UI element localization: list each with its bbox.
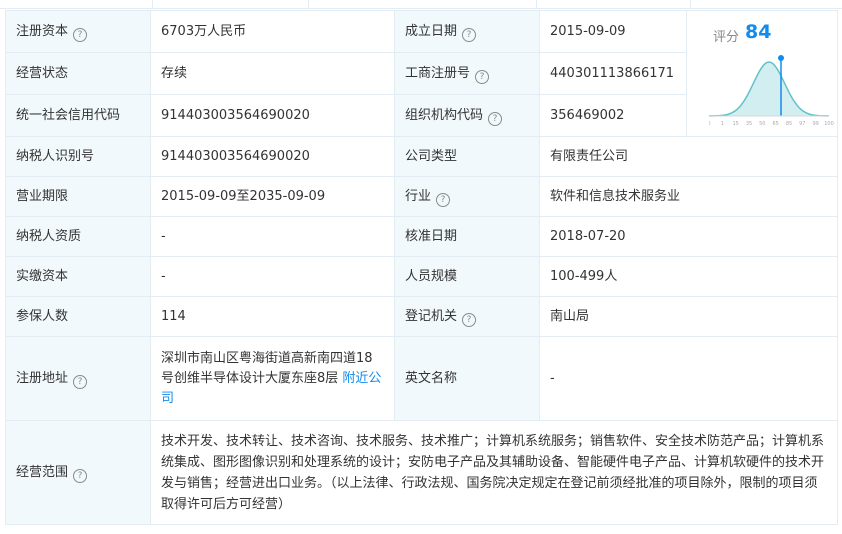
company-info-panel: 注册资本? 6703万人民币 成立日期? 2015-09-09 评分 84 0 1… — [0, 0, 842, 534]
company-info-table: 注册资本? 6703万人民币 成立日期? 2015-09-09 评分 84 0 1… — [5, 10, 838, 525]
business-term-value: 2015-09-09至2035-09-09 — [150, 176, 395, 217]
table-row: 纳税人识别号 914403003564690020 公司类型 有限责任公司 — [5, 136, 838, 177]
established-date-label: 成立日期? — [394, 10, 540, 53]
axis-tick-label: 99 — [813, 121, 819, 127]
business-term-label: 营业期限 — [5, 176, 151, 217]
help-icon[interactable]: ? — [475, 69, 490, 84]
table-row: 实缴资本 - 人员规模 100-499人 — [5, 256, 838, 297]
english-name-label: 英文名称 — [394, 336, 540, 421]
table-row: 注册地址? 深圳市南山区粤海街道高新南四道18号创维半导体设计大厦东座8层 附近… — [5, 336, 838, 421]
registration-number-value: 440301113866171 — [539, 52, 687, 95]
axis-tick-label: 50 — [759, 121, 765, 127]
org-code-label: 组织机构代码? — [394, 94, 540, 137]
axis-tick-label: 15 — [733, 121, 739, 127]
approval-date-value: 2018-07-20 — [539, 216, 838, 257]
industry-label: 行业? — [394, 176, 540, 217]
axis-tick-label: 65 — [773, 121, 779, 127]
paid-capital-value: - — [150, 256, 395, 297]
insured-count-label: 参保人数 — [5, 296, 151, 337]
paid-capital-label: 实缴资本 — [5, 256, 151, 297]
registration-authority-label: 登记机关? — [394, 296, 540, 337]
registered-capital-label: 注册资本? — [5, 10, 151, 53]
english-name-value: - — [539, 336, 838, 421]
established-date-value: 2015-09-09 — [539, 10, 687, 53]
axis-tick-label: 97 — [799, 121, 805, 127]
taxpayer-qualification-value: - — [150, 216, 395, 257]
taxpayer-id-value: 914403003564690020 — [150, 136, 395, 177]
help-icon[interactable]: ? — [462, 27, 477, 42]
score-label: 评分 — [713, 29, 740, 45]
score-card[interactable]: 评分 84 0 1 15 35 50 65 85 97 99 100 — [686, 10, 838, 137]
table-row: 经营范围? 技术开发、技术转让、技术咨询、技术服务、技术推广；计算机系统服务；销… — [5, 420, 838, 525]
registration-authority-value: 南山局 — [539, 296, 838, 337]
help-icon[interactable]: ? — [488, 111, 503, 126]
business-status-value: 存续 — [150, 52, 395, 95]
axis-tick-label: 85 — [786, 121, 792, 127]
axis-ticks: 0 1 15 35 50 65 85 97 99 100 — [709, 115, 834, 127]
score-distribution-chart: 0 1 15 35 50 65 85 97 99 100 — [709, 54, 834, 127]
approval-date-label: 核准日期 — [394, 216, 540, 257]
axis-tick-label: 100 — [824, 121, 834, 127]
score-value: 84 — [745, 20, 772, 43]
help-icon[interactable]: ? — [436, 192, 451, 207]
credit-code-label: 统一社会信用代码 — [5, 94, 151, 137]
table-row: 参保人数 114 登记机关? 南山局 — [5, 296, 838, 337]
help-icon[interactable]: ? — [73, 468, 88, 483]
credit-code-value: 914403003564690020 — [150, 94, 395, 137]
insured-count-value: 114 — [150, 296, 395, 337]
top-divider — [0, 0, 842, 9]
axis-tick-label: 35 — [746, 121, 752, 127]
staff-size-label: 人员规模 — [394, 256, 540, 297]
company-type-label: 公司类型 — [394, 136, 540, 177]
table-row: 纳税人资质 - 核准日期 2018-07-20 — [5, 216, 838, 257]
taxpayer-id-label: 纳税人识别号 — [5, 136, 151, 177]
business-status-label: 经营状态 — [5, 52, 151, 95]
help-icon[interactable]: ? — [73, 374, 88, 389]
axis-tick-label: 0 — [709, 121, 711, 127]
taxpayer-qualification-label: 纳税人资质 — [5, 216, 151, 257]
business-scope-value: 技术开发、技术转让、技术咨询、技术服务、技术推广；计算机系统服务；销售软件、安全… — [150, 420, 838, 525]
score-marker-dot — [778, 54, 784, 61]
help-icon[interactable]: ? — [73, 27, 88, 42]
table-row: 注册资本? 6703万人民币 成立日期? 2015-09-09 评分 84 0 1… — [5, 10, 838, 137]
registered-address-value: 深圳市南山区粤海街道高新南四道18号创维半导体设计大厦东座8层 附近公司 — [150, 336, 395, 421]
registered-capital-value: 6703万人民币 — [150, 10, 395, 53]
table-row: 营业期限 2015-09-09至2035-09-09 行业? 软件和信息技术服务… — [5, 176, 838, 217]
staff-size-value: 100-499人 — [539, 256, 838, 297]
distribution-fill — [709, 61, 829, 116]
registration-number-label: 工商注册号? — [394, 52, 540, 95]
industry-value: 软件和信息技术服务业 — [539, 176, 838, 217]
help-icon[interactable]: ? — [462, 312, 477, 327]
company-type-value: 有限责任公司 — [539, 136, 838, 177]
business-scope-label: 经营范围? — [5, 420, 151, 525]
org-code-value: 356469002 — [539, 94, 687, 137]
axis-tick-label: 1 — [721, 121, 724, 127]
registered-address-label: 注册地址? — [5, 336, 151, 421]
